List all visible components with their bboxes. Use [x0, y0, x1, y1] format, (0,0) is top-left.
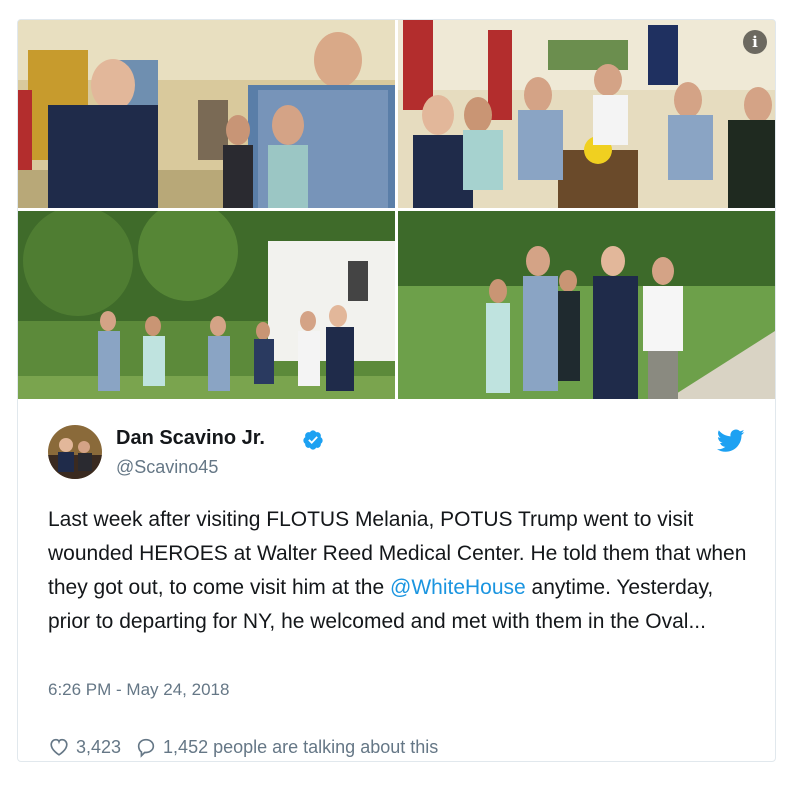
tweet-text: Last week after visiting FLOTUS Melania,…: [48, 503, 748, 639]
comment-icon[interactable]: [135, 736, 157, 758]
embedded-tweet-card: i Dan Scavino Jr. @Scavino45 Last week a…: [17, 19, 776, 762]
avatar[interactable]: [48, 425, 102, 479]
talking-count[interactable]: 1,452 people are talking about this: [163, 737, 438, 758]
photo-oval-office-meeting[interactable]: i: [398, 20, 775, 208]
like-count[interactable]: 3,423: [76, 737, 121, 758]
twitter-bird-icon[interactable]: [717, 429, 745, 453]
tweet-body: Dan Scavino Jr. @Scavino45 Last week aft…: [18, 399, 775, 761]
info-icon[interactable]: i: [743, 30, 767, 54]
verified-badge-icon: [303, 430, 323, 450]
tweet-actions: 3,423 1,452 people are talking about thi…: [48, 735, 452, 759]
photo-grid[interactable]: i: [18, 20, 775, 399]
photo-south-lawn-walk[interactable]: [18, 211, 395, 399]
author-handle[interactable]: @Scavino45: [116, 457, 218, 478]
photo-lawn-greeting[interactable]: [398, 211, 775, 399]
heart-icon[interactable]: [48, 736, 70, 758]
photo-oval-office-handshake[interactable]: [18, 20, 395, 208]
author-name[interactable]: Dan Scavino Jr.: [116, 427, 265, 450]
timestamp-link[interactable]: 6:26 PM - May 24, 2018: [48, 680, 229, 700]
mention-link[interactable]: @WhiteHouse: [390, 576, 526, 599]
